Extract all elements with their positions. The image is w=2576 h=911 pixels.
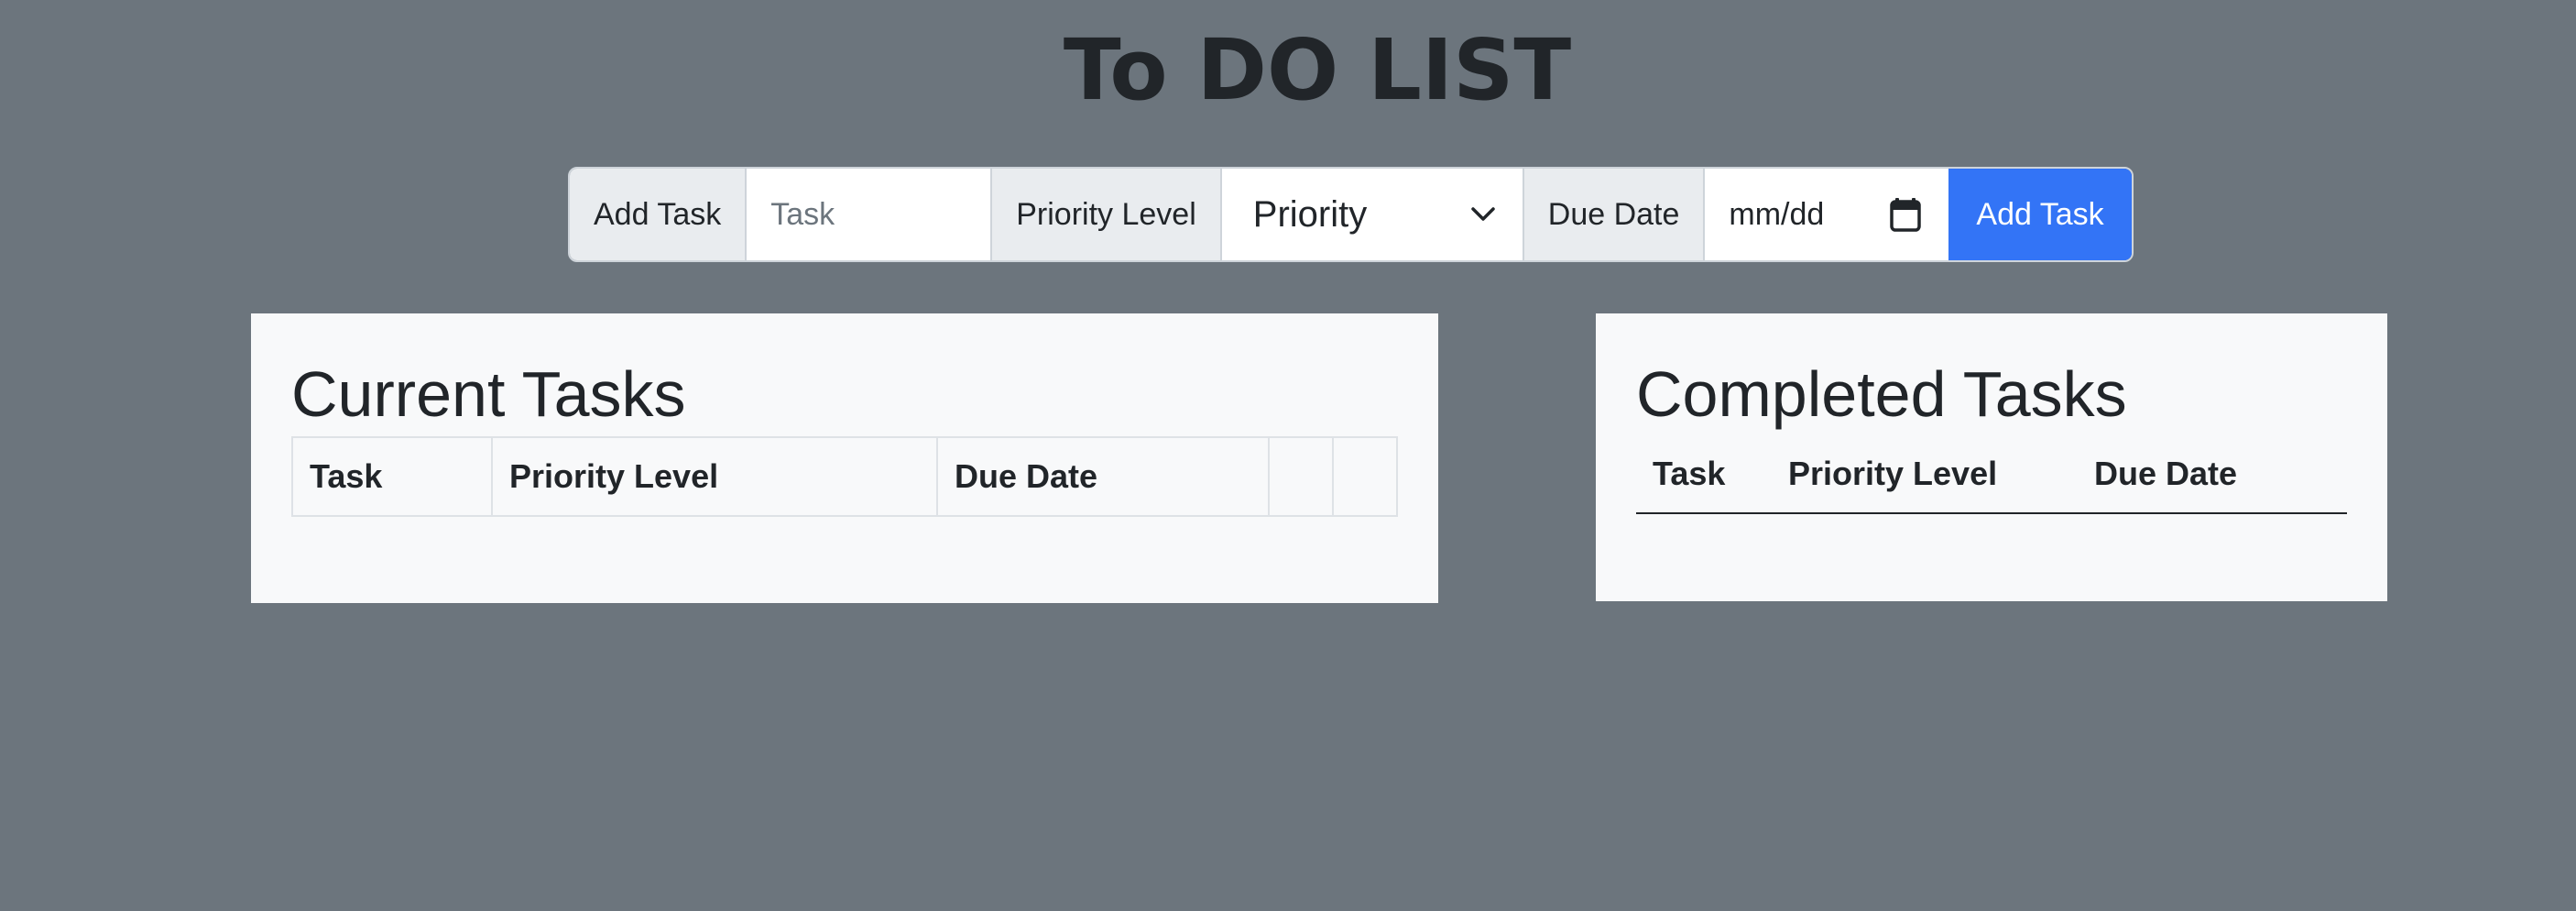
current-tasks-header-row: Task Priority Level Due Date [291, 436, 1398, 517]
calendar-icon[interactable] [1890, 197, 1922, 232]
priority-select-value: Priority [1252, 193, 1368, 235]
column-header-due-date: Due Date [936, 436, 1270, 517]
due-date-value: mm/dd [1729, 196, 1825, 232]
priority-select[interactable]: Priority [1221, 169, 1524, 260]
current-tasks-card: Current Tasks Task Priority Level Due Da… [251, 313, 1438, 603]
due-date-label: Due Date [1523, 169, 1706, 260]
add-task-form: Add Task Priority Level Priority Due Dat… [568, 167, 2134, 262]
completed-tasks-card: Completed Tasks Task Priority Level Due … [1596, 313, 2387, 601]
add-task-label: Add Task [570, 169, 748, 260]
column-header-action-2 [1332, 436, 1398, 517]
column-header-priority-level: Priority Level [491, 436, 938, 517]
priority-level-label: Priority Level [992, 169, 1222, 260]
completed-tasks-header-row: Task Priority Level Due Date [1636, 434, 2347, 514]
add-task-button[interactable]: Add Task [1948, 169, 2132, 260]
column-header-task: Task [291, 436, 493, 517]
current-tasks-table: Task Priority Level Due Date [291, 436, 1398, 517]
task-input-wrapper [747, 169, 993, 260]
column-header-due-date: Due Date [2078, 434, 2347, 514]
completed-tasks-heading: Completed Tasks [1636, 358, 2127, 430]
current-tasks-heading: Current Tasks [291, 358, 686, 430]
task-input[interactable] [747, 196, 991, 233]
completed-tasks-table: Task Priority Level Due Date [1636, 434, 2347, 514]
chevron-down-icon [1471, 207, 1495, 222]
column-header-priority-level: Priority Level [1772, 434, 2078, 514]
page-title: To DO LIST [1063, 21, 1572, 119]
column-header-task: Task [1636, 434, 1772, 514]
column-header-action-1 [1268, 436, 1334, 517]
due-date-input[interactable]: mm/dd [1705, 169, 1949, 260]
